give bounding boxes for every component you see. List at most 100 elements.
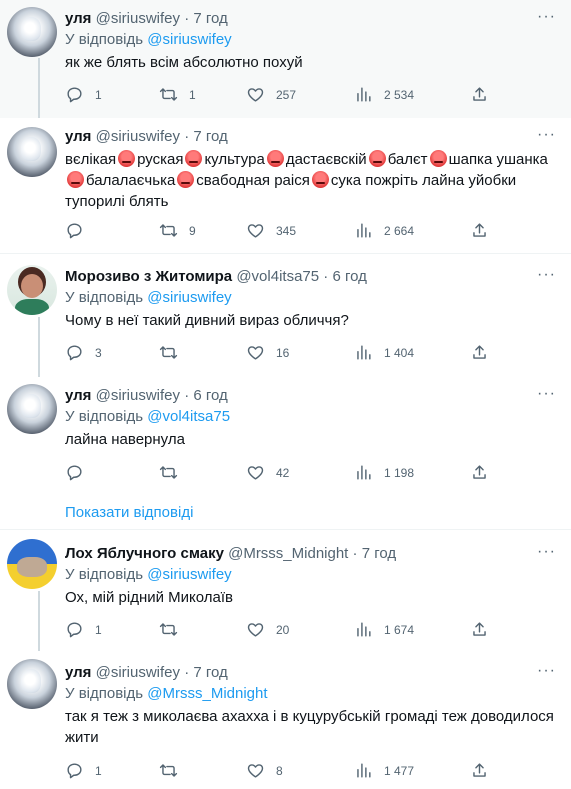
reply-count: 1 [95,622,102,637]
show-replies-row[interactable]: Показати відповіді [0,495,571,530]
avatar[interactable] [7,127,57,177]
avatar[interactable] [7,265,57,315]
reply-button[interactable] [65,463,95,482]
views-button[interactable]: 1 674 [354,620,414,639]
more-options-icon[interactable]: ··· [537,543,556,561]
view-count: 1 477 [384,763,415,778]
share-button[interactable] [470,221,489,240]
more-options-icon[interactable]: ··· [537,266,556,284]
retweet-icon [159,346,178,359]
like-button[interactable]: 16 [246,343,289,362]
views-icon [357,87,371,102]
like-button[interactable]: 20 [246,620,289,639]
reply-icon [67,622,82,638]
views-button[interactable]: 2 534 [354,85,414,104]
avatar[interactable] [7,539,57,589]
author-handle[interactable]: @siriuswifey [96,128,180,145]
author-handle[interactable]: @siriuswifey [96,10,180,27]
reply-button[interactable] [65,221,95,240]
author-name[interactable]: уля [65,664,91,681]
author-handle[interactable]: @siriuswifey [96,387,180,404]
timestamp[interactable]: 7 год [193,10,227,27]
author-name[interactable]: уля [65,128,91,145]
views-button[interactable]: 2 664 [354,221,414,240]
retweet-icon [159,764,178,777]
author-handle[interactable]: @vol4itsa75 [236,268,319,285]
share-icon [473,622,486,636]
author-name[interactable]: уля [65,387,91,404]
tweet-header: уля @siriuswifey · 6 год [65,387,228,405]
share-button[interactable] [470,463,489,482]
more-options-icon[interactable]: ··· [537,385,556,403]
views-button[interactable]: 1 198 [354,463,414,482]
action-bar: 1 1 257 2 534 [65,85,495,105]
angry-face-icon [429,150,447,167]
retweet-button[interactable]: 9 [159,221,196,240]
reply-to-link[interactable]: @vol4itsa75 [147,408,230,425]
timestamp[interactable]: 7 год [193,664,227,681]
timestamp[interactable]: 6 год [332,268,366,285]
avatar[interactable] [7,659,57,709]
timestamp[interactable]: 7 год [362,545,396,562]
like-button[interactable]: 42 [246,463,289,482]
like-button[interactable]: 8 [246,761,283,780]
tweet-text: вєлікая руская культура дастаєвскій балєт шап… [65,149,557,212]
retweet-button[interactable] [159,620,189,639]
more-options-icon[interactable]: ··· [537,8,556,26]
author-handle[interactable]: @Mrsss_Midnight [228,545,348,562]
tweet-text: як же блять всім абсолютно похуй [65,54,303,71]
like-count: 8 [276,763,283,778]
retweet-button[interactable] [159,463,189,482]
like-button[interactable]: 345 [246,221,296,240]
tweet[interactable]: уля @siriuswifey · 7 год ··· вєлікая руск… [0,118,571,254]
timestamp[interactable]: 7 год [193,128,227,145]
retweet-button[interactable] [159,761,189,780]
like-count: 20 [276,622,290,637]
share-button[interactable] [470,85,489,104]
views-button[interactable]: 1 404 [354,343,414,362]
dot-separator: · [184,664,190,681]
reply-context: У відповідь @siriuswifey [65,289,232,307]
reply-to-link[interactable]: @siriuswifey [147,566,231,583]
retweet-button[interactable] [159,343,189,362]
tweet[interactable]: уля @siriuswifey · 7 год ··· У відповідь… [0,651,571,789]
thread-line [38,317,40,377]
reply-to-link[interactable]: @Mrsss_Midnight [147,685,267,702]
timestamp[interactable]: 6 год [193,387,227,404]
reply-to-link[interactable]: @siriuswifey [147,31,231,48]
retweet-icon [159,88,178,101]
reply-button[interactable]: 1 [65,620,102,639]
avatar[interactable] [7,384,57,434]
reply-prefix: У відповідь [65,289,144,306]
views-button[interactable]: 1 477 [354,761,414,780]
show-replies-link[interactable]: Показати відповіді [65,504,193,521]
reply-icon [67,763,82,779]
heart-icon [247,224,264,238]
more-options-icon[interactable]: ··· [537,662,556,680]
tweet[interactable]: Лох Яблучного смаку @Mrsss_Midnight · 7 … [0,531,571,651]
more-options-icon[interactable]: ··· [537,126,556,144]
share-button[interactable] [470,343,489,362]
share-button[interactable] [470,761,489,780]
tweet[interactable]: уля @siriuswifey · 6 год ··· У відповідь… [0,377,571,495]
share-button[interactable] [470,620,489,639]
like-button[interactable]: 257 [246,85,296,104]
retweet-button[interactable]: 1 [159,85,196,104]
author-name[interactable]: уля [65,10,91,27]
reply-button[interactable]: 1 [65,85,102,104]
reply-button[interactable]: 1 [65,761,102,780]
share-icon [473,763,486,777]
tweet[interactable]: уля @siriuswifey · 7 год ··· У відповідь… [0,0,571,118]
retweet-count: 9 [189,223,196,238]
reply-prefix: У відповідь [65,408,144,425]
like-count: 345 [276,223,297,238]
reply-to-link[interactable]: @siriuswifey [147,289,231,306]
author-handle[interactable]: @siriuswifey [96,664,180,681]
tweet-header: Лох Яблучного смаку @Mrsss_Midnight · 7 … [65,545,396,563]
tweet[interactable]: Морозиво з Житомира @vol4itsa75 · 6 год … [0,255,571,377]
avatar[interactable] [7,7,57,57]
reply-button[interactable]: 3 [65,343,102,362]
author-name[interactable]: Морозиво з Житомира [65,268,232,285]
author-name[interactable]: Лох Яблучного смаку [65,545,224,562]
text-segment: дастаєвскій [285,151,367,168]
